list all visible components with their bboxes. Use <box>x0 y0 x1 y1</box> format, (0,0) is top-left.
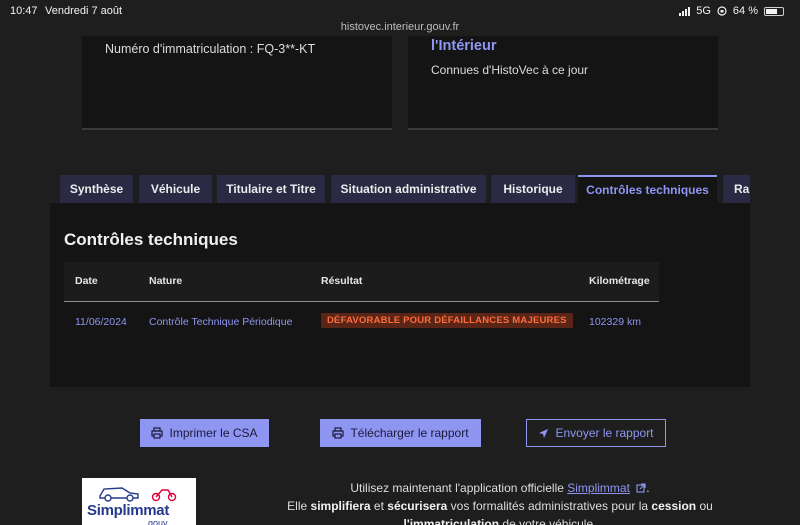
header-mileage: Kilométrage <box>589 275 650 287</box>
promo-immatriculation: l'immatriculation <box>403 517 500 525</box>
simplimmat-promo: Utilisez maintenant l'application offici… <box>250 479 750 525</box>
printer-icon <box>332 427 345 439</box>
tab-rapport[interactable]: Rap <box>723 175 750 203</box>
tab-situation-administrative[interactable]: Situation administrative <box>331 175 486 203</box>
battery-percent: 64 % <box>732 5 758 17</box>
orientation-lock-icon <box>717 6 727 16</box>
tab-titulaire[interactable]: Titulaire et Titre <box>217 175 325 203</box>
row-date: 11/06/2024 <box>75 316 127 328</box>
simplimmat-link[interactable]: Simplimmat <box>567 481 630 495</box>
source-card: l'Intérieur Connues d'HistoVec à ce jour <box>408 36 718 130</box>
table-row: 11/06/2024 Contrôle Technique Périodique… <box>64 302 659 342</box>
status-indicators: 5G 64 % <box>679 5 784 17</box>
promo-line2-c: et <box>373 499 384 513</box>
download-report-label: Télécharger le rapport <box>350 426 469 440</box>
panel-title: Contrôles techniques <box>64 230 238 249</box>
simplimmat-logo[interactable]: Simplimmat gouv <box>82 478 196 525</box>
network-type: 5G <box>696 5 711 17</box>
promo-line2-e: vos formalités administratives pour la <box>450 499 649 513</box>
logo-wordmark: Simplimmat <box>87 502 170 519</box>
printer-icon <box>151 427 164 439</box>
source-subtitle: Connues d'HistoVec à ce jour <box>431 63 589 77</box>
header-nature: Nature <box>149 275 183 287</box>
address-bar[interactable]: histovec.interieur.gouv.fr <box>0 18 800 38</box>
print-csa-button[interactable]: Imprimer le CSA <box>140 419 269 447</box>
tab-vehicule[interactable]: Véhicule <box>139 175 212 203</box>
send-icon <box>539 428 549 438</box>
status-time: 10:47 <box>10 5 38 17</box>
promo-cession: cession <box>651 499 697 513</box>
status-date: Vendredi 7 août <box>45 5 123 17</box>
header-result: Résultat <box>321 275 363 287</box>
tab-controles-techniques[interactable]: Contrôles techniques <box>578 175 717 203</box>
promo-line1-prefix: Utilisez maintenant l'application offici… <box>350 481 564 495</box>
header-date: Date <box>75 275 98 287</box>
tab-historique[interactable]: Historique <box>491 175 575 203</box>
send-report-label: Envoyer le rapport <box>555 426 654 440</box>
row-nature: Contrôle Technique Périodique <box>149 316 293 328</box>
tab-synthese[interactable]: Synthèse <box>60 175 133 203</box>
url-text: histovec.interieur.gouv.fr <box>340 21 460 33</box>
row-mileage: 102329 km <box>589 316 641 328</box>
promo-securisera: sécurisera <box>387 499 448 513</box>
result-badge: DÉFAVORABLE POUR DÉFAILLANCES MAJEURES <box>321 313 573 328</box>
car-icon <box>99 487 177 502</box>
promo-line1-suffix: . <box>646 481 650 495</box>
download-report-button[interactable]: Télécharger le rapport <box>320 419 481 447</box>
controles-table: Date Nature Résultat Kilométrage 11/06/2… <box>64 262 659 342</box>
controles-panel: Contrôles techniques Date Nature Résulta… <box>50 203 750 387</box>
registration-card: Numéro d'immatriculation : FQ-3**-KT <box>82 36 392 130</box>
send-report-button[interactable]: Envoyer le rapport <box>526 419 666 447</box>
promo-line2-g: ou <box>699 499 713 513</box>
tab-bar: Synthèse Véhicule Titulaire et Titre Sit… <box>60 175 750 203</box>
external-link-icon <box>636 483 646 493</box>
registration-number: Numéro d'immatriculation : FQ-3**-KT <box>105 42 316 56</box>
print-csa-label: Imprimer le CSA <box>169 426 258 440</box>
table-header: Date Nature Résultat Kilométrage <box>64 262 659 302</box>
battery-icon <box>764 6 784 16</box>
promo-line3-b: de votre véhicule. <box>502 517 597 525</box>
signal-icon <box>679 6 691 16</box>
promo-simplifiera: simplifiera <box>310 499 371 513</box>
logo-gouv: gouv <box>148 518 168 525</box>
promo-line2-a: Elle <box>287 499 308 513</box>
source-title: l'Intérieur <box>431 38 497 54</box>
